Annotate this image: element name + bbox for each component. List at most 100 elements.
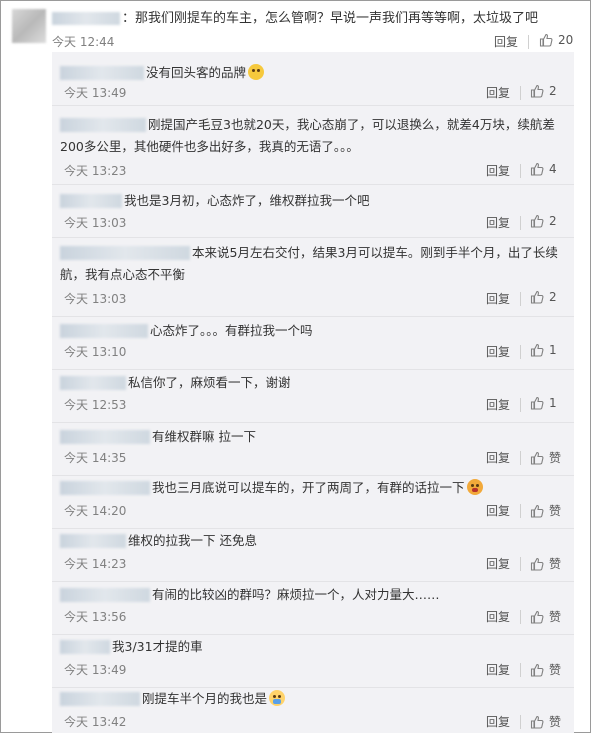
like-button[interactable]: 赞 xyxy=(530,713,561,730)
divider xyxy=(520,398,521,412)
thumbs-up-icon xyxy=(530,504,544,518)
reply-text: 本来说5月左右交付，结果3月可以提车。刚到手半个月，出了长续航，我有点心态不平衡 xyxy=(60,242,565,286)
reply-button[interactable]: 回复 xyxy=(486,661,510,678)
reply-text: 私信你了，麻烦看一下，谢谢 xyxy=(60,372,565,394)
reply-text: 我3/31才提的車 xyxy=(60,636,565,658)
username[interactable] xyxy=(52,12,120,25)
like-button[interactable]: 赞 xyxy=(530,555,561,572)
divider xyxy=(520,557,521,571)
reply-text: 刚提国产毛豆3也就20天，我心态崩了，可以退换么，就差4万块，续航差200多公里… xyxy=(60,114,565,158)
divider xyxy=(520,663,521,677)
like-button[interactable]: 赞 xyxy=(530,449,561,466)
timestamp: 今天 14:35 xyxy=(64,451,127,465)
thumbs-up-icon xyxy=(530,162,544,176)
divider xyxy=(52,581,574,582)
avatar[interactable] xyxy=(12,9,46,43)
divider xyxy=(520,216,521,230)
reply-body: 我也三月底说可以提车的，开了两周了，有群的话拉一下 xyxy=(152,480,465,495)
divider xyxy=(52,369,574,370)
timestamp: 今天 13:56 xyxy=(64,610,127,624)
reply-button[interactable]: 回复 xyxy=(486,396,510,413)
thumbs-up-icon xyxy=(530,451,544,465)
comment-text: ：那我们刚提车的车主，怎么管啊？早说一声我们再等等啊，太垃圾了吧 xyxy=(52,11,538,27)
divider xyxy=(520,345,521,359)
reply-text: 心态炸了。。。有群拉我一个吗 xyxy=(60,320,565,342)
reply-body: 心态炸了。。。有群拉我一个吗 xyxy=(150,323,313,338)
reply-text: 有维权群嘛 拉一下 xyxy=(60,426,565,448)
timestamp: 今天 12:53 xyxy=(64,398,127,412)
divider xyxy=(52,237,574,238)
reply-button[interactable]: 回复 xyxy=(486,449,510,466)
like-button[interactable]: 2 xyxy=(530,290,557,304)
like-button[interactable]: 2 xyxy=(530,84,557,98)
like-button[interactable]: 1 xyxy=(530,343,557,357)
timestamp: 今天 14:20 xyxy=(64,504,127,518)
divider xyxy=(52,316,574,317)
like-count: 4 xyxy=(549,162,557,176)
divider xyxy=(520,451,521,465)
like-count: 1 xyxy=(549,396,557,410)
divider xyxy=(520,610,521,624)
reply-button[interactable]: 回复 xyxy=(486,290,510,307)
divider xyxy=(52,475,574,476)
thumbs-up-icon xyxy=(530,396,544,410)
thumbs-up-icon xyxy=(539,33,553,47)
reply-body: 本来说5月左右交付，结果3月可以提车。刚到手半个月，出了长续航，我有点心态不平衡 xyxy=(60,245,558,282)
thumbs-up-icon xyxy=(530,610,544,624)
reply-button[interactable]: 回复 xyxy=(494,33,518,50)
reply-body: 私信你了，麻烦看一下，谢谢 xyxy=(128,375,291,390)
like-count: 20 xyxy=(558,33,574,47)
main-comment: ：那我们刚提车的车主，怎么管啊？早说一声我们再等等啊，太垃圾了吧 今天 12:4… xyxy=(8,5,584,51)
timestamp: 今天 14:23 xyxy=(64,557,127,571)
timestamp: 今天 13:49 xyxy=(64,663,127,677)
emoji-icon xyxy=(269,690,286,706)
divider xyxy=(52,634,574,635)
timestamp: 今天 13:23 xyxy=(64,164,127,178)
reply-text: 维权的拉我一下 还免息 xyxy=(60,530,565,552)
like-count: 2 xyxy=(549,214,557,228)
divider xyxy=(520,504,521,518)
like-button[interactable]: 2 xyxy=(530,214,557,228)
timestamp: 今天 12:44 xyxy=(52,35,115,49)
like-button[interactable]: 1 xyxy=(530,396,557,410)
timestamp: 今天 13:49 xyxy=(64,86,127,100)
reply-body: 维权的拉我一下 还免息 xyxy=(128,533,257,548)
reply-button[interactable]: 回复 xyxy=(486,608,510,625)
like-button[interactable]: 赞 xyxy=(530,608,561,625)
thumbs-up-icon xyxy=(530,84,544,98)
thumbs-up-icon xyxy=(530,343,544,357)
reply-button[interactable]: 回复 xyxy=(486,214,510,231)
like-button[interactable]: 赞 xyxy=(530,502,561,519)
like-button[interactable]: 4 xyxy=(530,162,557,176)
reply-text: 没有回头客的品牌 xyxy=(60,62,565,84)
like-count: 赞 xyxy=(549,663,562,677)
reply-body: 有维权群嘛 拉一下 xyxy=(152,429,256,444)
like-count: 1 xyxy=(549,343,557,357)
emoji-icon xyxy=(466,479,483,495)
reply-button[interactable]: 回复 xyxy=(486,502,510,519)
reply-button[interactable]: 回复 xyxy=(486,343,510,360)
timestamp: 今天 13:03 xyxy=(64,216,127,230)
thumbs-up-icon xyxy=(530,715,544,729)
thumbs-up-icon xyxy=(530,557,544,571)
like-count: 赞 xyxy=(549,557,562,571)
thumbs-up-icon xyxy=(530,663,544,677)
like-button[interactable]: 20 xyxy=(539,33,573,47)
reply-body: 我也是3月初，心态炸了，维权群拉我一个吧 xyxy=(124,193,370,208)
like-count: 赞 xyxy=(549,451,562,465)
reply-button[interactable]: 回复 xyxy=(486,162,510,179)
reply-body: 有闹的比较凶的群吗？麻烦拉一个，人对力量大…… xyxy=(152,587,440,602)
like-button[interactable]: 赞 xyxy=(530,661,561,678)
thumbs-up-icon xyxy=(530,290,544,304)
reply-button[interactable]: 回复 xyxy=(486,84,510,101)
reply-button[interactable]: 回复 xyxy=(486,713,510,730)
reply-button[interactable]: 回复 xyxy=(486,555,510,572)
reply-text: 我也是3月初，心态炸了，维权群拉我一个吧 xyxy=(60,190,565,212)
comment-body: ：那我们刚提车的车主，怎么管啊？早说一声我们再等等啊，太垃圾了吧 xyxy=(122,11,539,26)
timestamp: 今天 13:10 xyxy=(64,345,127,359)
reply-body: 没有回头客的品牌 xyxy=(146,65,247,80)
like-count: 赞 xyxy=(549,504,562,518)
like-count: 赞 xyxy=(549,610,562,624)
divider xyxy=(520,164,521,178)
divider xyxy=(520,292,521,306)
